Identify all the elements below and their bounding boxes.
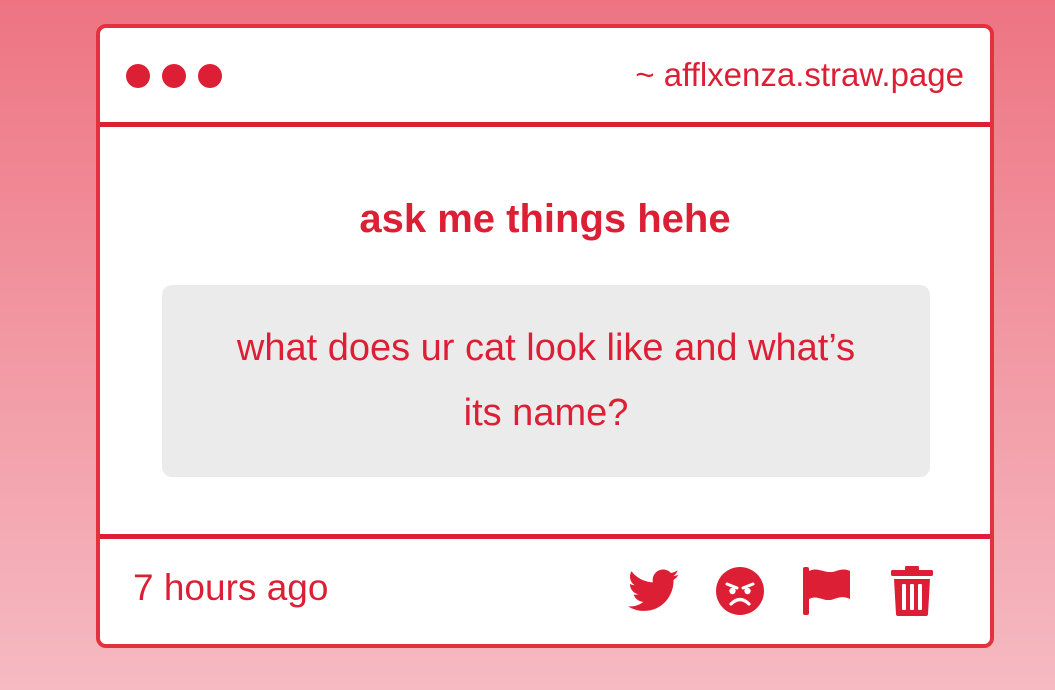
prompt-title: ask me things hehe <box>359 197 731 241</box>
question-text: what does ur cat look like and what’s it… <box>236 327 856 434</box>
flag-icon <box>803 567 850 615</box>
question-card: ~ afflxenza.straw.page ask me things heh… <box>96 24 994 648</box>
window-controls <box>126 64 222 88</box>
report-button[interactable] <box>798 563 854 619</box>
delete-button[interactable] <box>884 563 940 619</box>
window-titlebar: ~ afflxenza.straw.page <box>100 28 990 127</box>
twitter-icon <box>628 569 680 611</box>
window-dot-3 <box>198 64 222 88</box>
angry-face-icon <box>716 567 764 615</box>
action-bar <box>626 563 940 619</box>
site-url[interactable]: ~ afflxenza.straw.page <box>635 56 964 94</box>
share-twitter-button[interactable] <box>626 563 682 619</box>
card-footer: 7 hours ago <box>100 534 990 644</box>
trash-icon <box>891 566 933 616</box>
block-button[interactable] <box>712 563 768 619</box>
window-dot-2 <box>162 64 186 88</box>
question-content: ask me things hehe what does ur cat look… <box>100 127 990 539</box>
window-dot-1 <box>126 64 150 88</box>
timestamp: 7 hours ago <box>133 567 329 608</box>
question-box: what does ur cat look like and what’s it… <box>162 285 930 477</box>
